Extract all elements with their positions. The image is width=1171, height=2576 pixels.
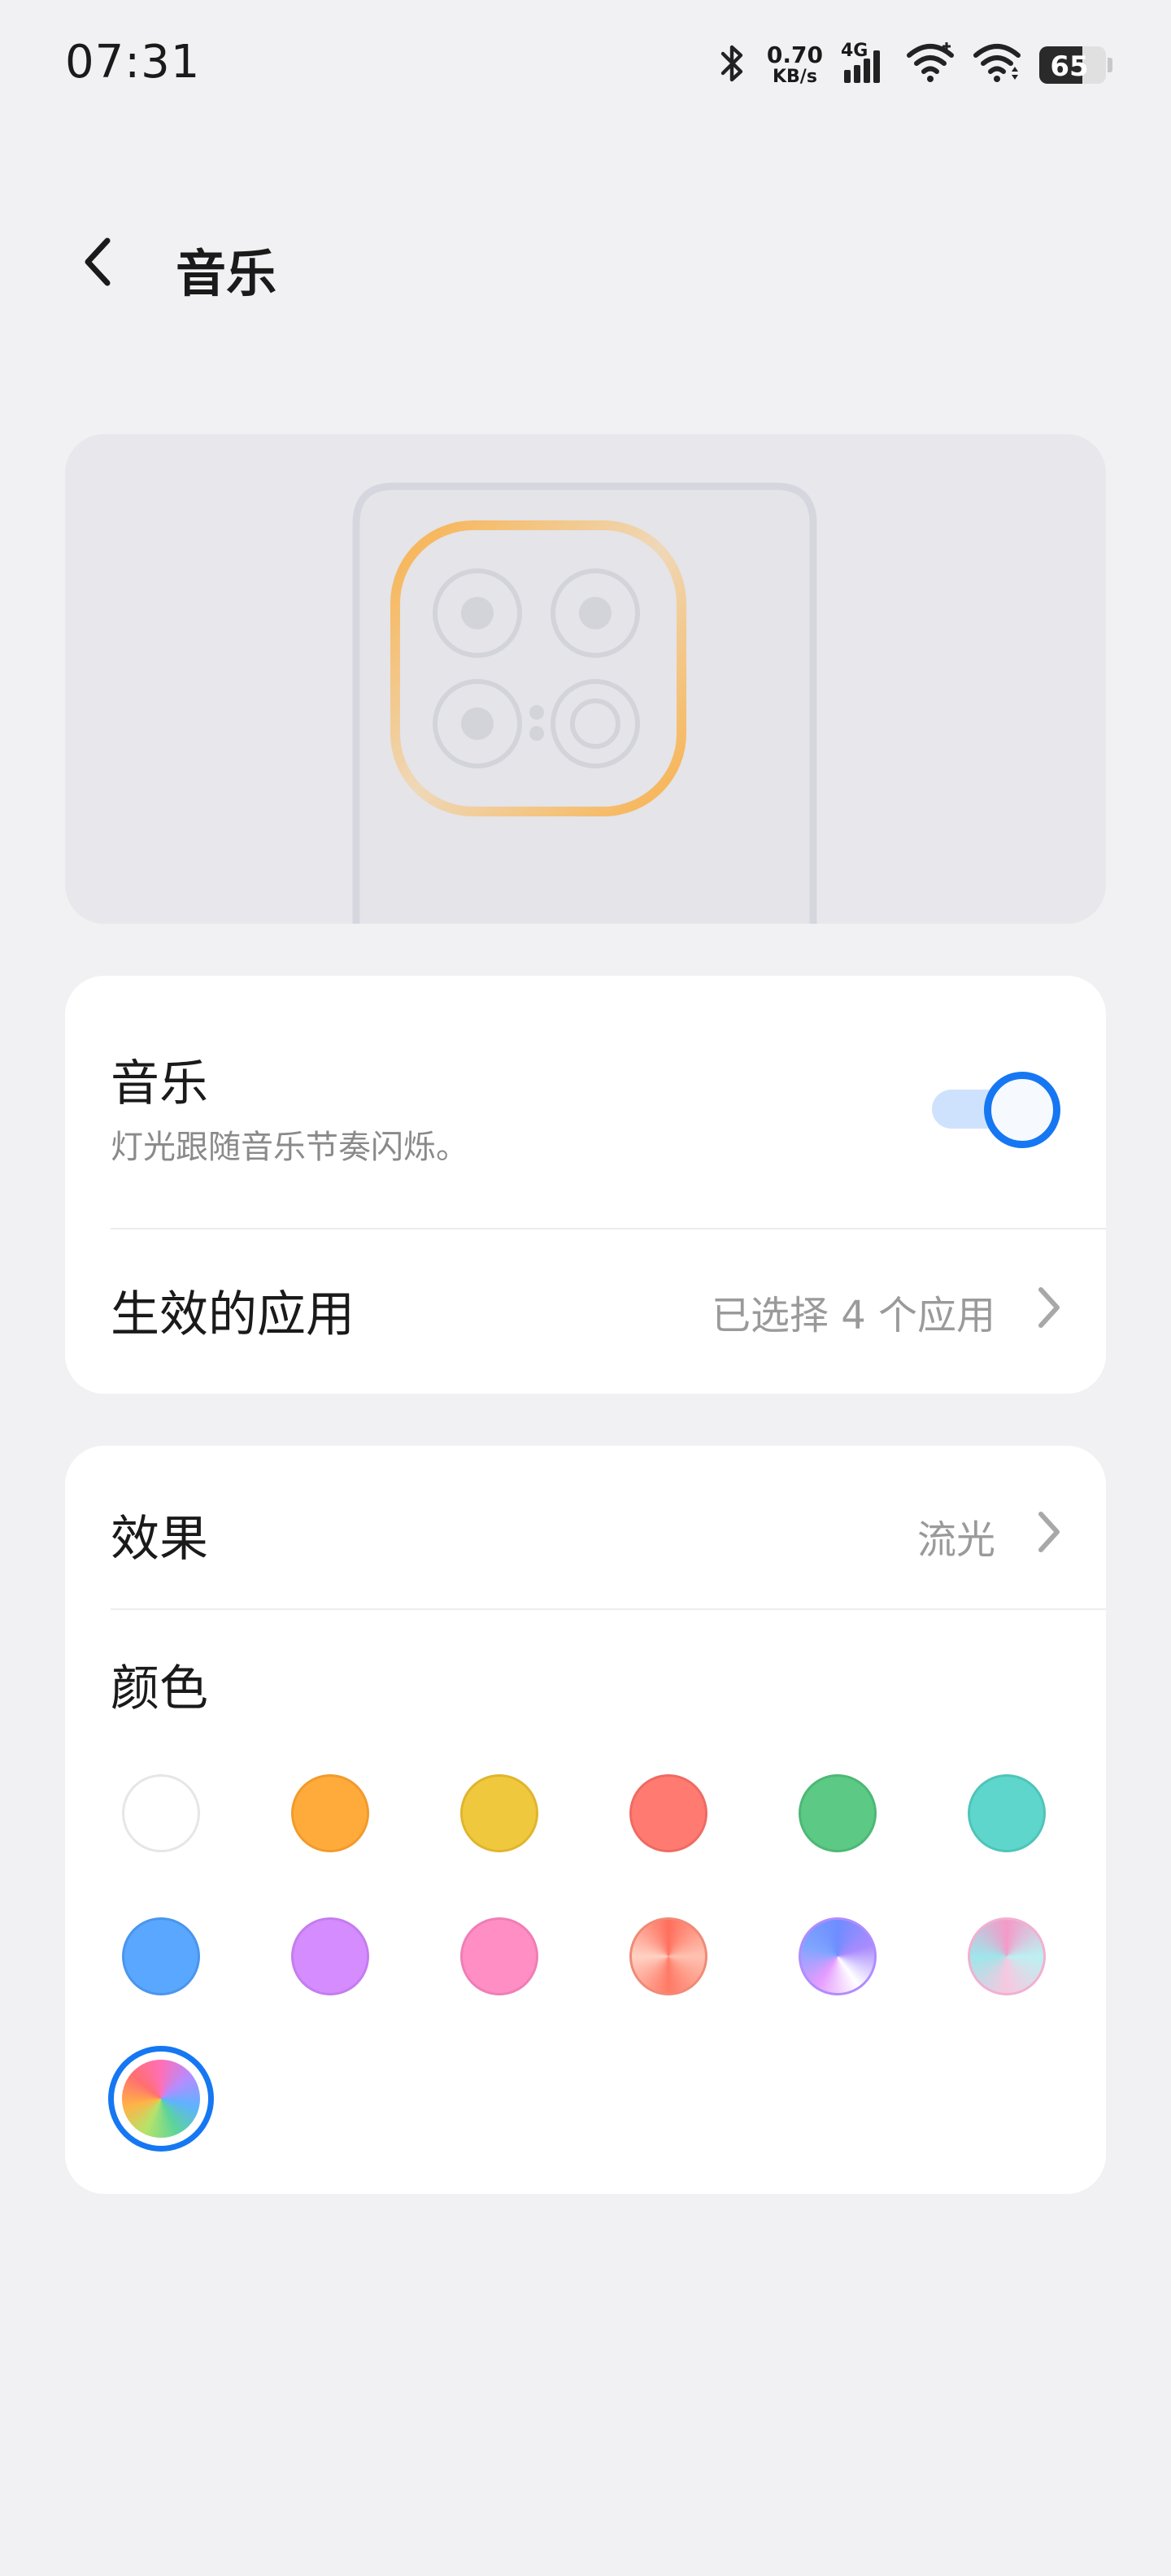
battery-level: 65 — [1050, 50, 1089, 83]
effective-apps-row[interactable]: 生效的应用 已选择 4 个应用 — [65, 1229, 1106, 1394]
status-time: 07:31 — [65, 36, 201, 89]
toggle-knob — [984, 1072, 1060, 1148]
color-swatch-pink[interactable] — [460, 1917, 538, 1995]
bluetooth-icon — [716, 42, 749, 88]
color-swatch-blue[interactable] — [122, 1917, 200, 1995]
color-swatch-orange[interactable] — [291, 1774, 369, 1852]
cellular-signal-icon: 4G — [841, 41, 888, 88]
back-button[interactable] — [65, 229, 130, 294]
color-swatch-yellow[interactable] — [460, 1774, 538, 1852]
color-swatch-coral-gradient[interactable] — [629, 1917, 707, 1995]
color-swatch-grid — [65, 1446, 1106, 2194]
net-speed-unit: KB/s — [772, 67, 817, 87]
color-swatch-red[interactable] — [629, 1774, 707, 1852]
chevron-right-icon — [1038, 1287, 1060, 1328]
wifi-icon — [906, 42, 955, 88]
page-title: 音乐 — [176, 244, 277, 303]
preview-illustration — [65, 434, 1106, 924]
color-swatch-rainbow-gradient[interactable] — [122, 2060, 200, 2138]
color-swatch-green[interactable] — [799, 1774, 877, 1852]
effect-color-card: 效果 流光 颜色 — [65, 1446, 1106, 2194]
music-title: 音乐 — [111, 1055, 208, 1112]
music-settings-card: 音乐 灯光跟随音乐节奏闪烁。 生效的应用 已选择 4 个应用 — [65, 976, 1106, 1394]
phone-camera-illustration — [352, 482, 817, 924]
header: 音乐 — [0, 220, 1171, 303]
effective-apps-value: 已选择 4 个应用 — [711, 1293, 995, 1338]
battery-icon: 65 — [1039, 46, 1112, 84]
net-speed: 0.70 KB/s — [767, 44, 823, 86]
color-swatch-teal[interactable] — [968, 1774, 1046, 1852]
status-bar: 07:31 0.70 KB/s 4G 65 — [0, 0, 1171, 130]
effective-apps-label: 生效的应用 — [111, 1286, 355, 1343]
color-swatch-blue-purple-gradient[interactable] — [799, 1917, 877, 1995]
status-icons: 0.70 KB/s 4G 65 — [716, 39, 1112, 91]
wifi-icon-2 — [973, 42, 1021, 88]
color-swatch-purple[interactable] — [291, 1917, 369, 1995]
chevron-left-icon — [85, 237, 111, 286]
music-toggle[interactable] — [930, 1070, 1060, 1148]
color-swatch-white[interactable] — [122, 1774, 200, 1852]
color-swatch-pink-cyan-gradient[interactable] — [968, 1917, 1046, 1995]
battery-tip — [1108, 58, 1112, 72]
music-subtitle: 灯光跟随音乐节奏闪烁。 — [111, 1129, 468, 1166]
net-speed-value: 0.70 — [766, 41, 823, 68]
